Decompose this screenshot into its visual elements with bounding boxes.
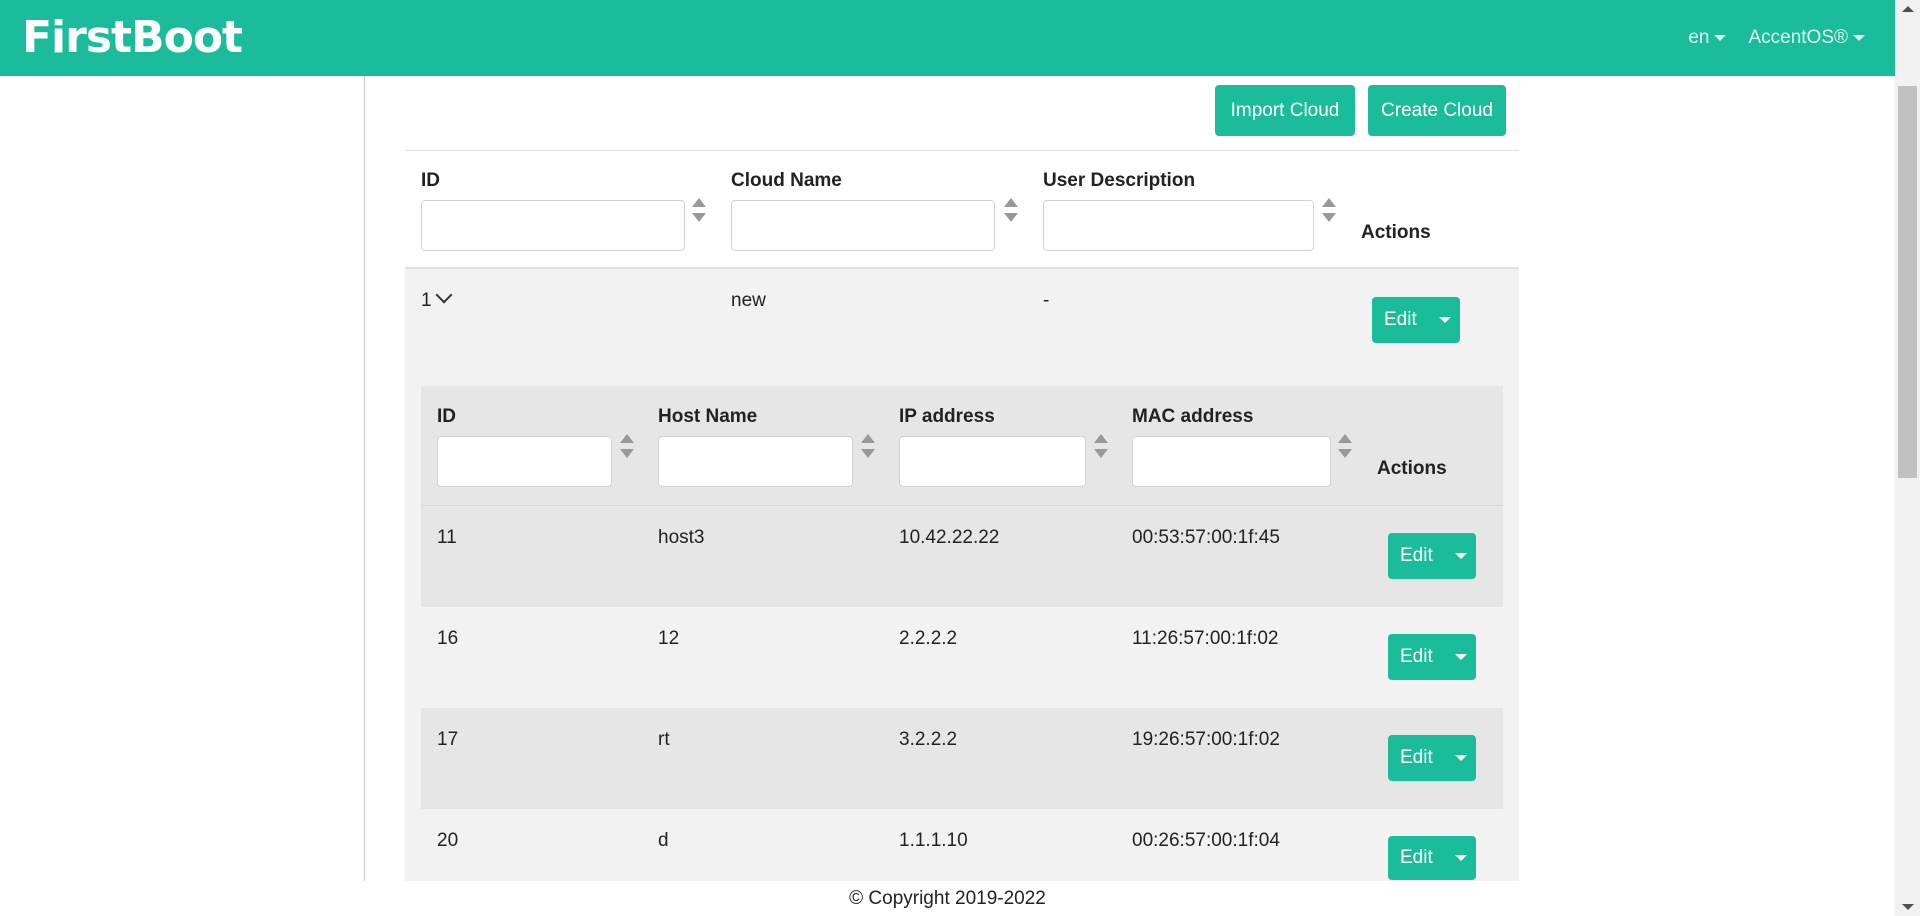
- column-header-actions: Actions: [1361, 222, 1431, 243]
- caret-down-icon: [1455, 654, 1467, 660]
- edit-dropdown-toggle[interactable]: [1430, 297, 1460, 343]
- host-id-cell: 11: [437, 527, 457, 548]
- host-name-filter-input[interactable]: [658, 436, 853, 487]
- edit-button[interactable]: Edit: [1372, 297, 1430, 343]
- table-top-border: [405, 150, 1519, 151]
- host-id-cell: 17: [437, 729, 459, 750]
- host-name-cell: d: [658, 830, 669, 851]
- edit-dropdown-toggle[interactable]: [1446, 836, 1476, 880]
- column-header-host-id[interactable]: ID: [437, 406, 456, 428]
- host-ip-cell: 10.42.22.22: [899, 527, 1000, 548]
- chevron-down-icon: [1853, 35, 1865, 41]
- caret-down-icon: [1455, 553, 1467, 559]
- column-header-host-name[interactable]: Host Name: [658, 406, 757, 428]
- host-ip-cell: 1.1.1.10: [899, 830, 968, 851]
- host-id-cell: 20: [437, 830, 459, 851]
- mac-address-filter-input[interactable]: [1132, 436, 1331, 487]
- host-edit-split-button: Edit: [1388, 533, 1476, 579]
- copyright-text: © Copyright 2019-2022: [849, 888, 1046, 909]
- caret-down-icon: [1439, 317, 1451, 323]
- host-id-cell: 16: [437, 628, 459, 649]
- table-row: [421, 708, 1503, 809]
- table-row: [421, 506, 1503, 607]
- edit-dropdown-toggle[interactable]: [1446, 735, 1476, 781]
- ip-address-filter-input[interactable]: [899, 436, 1086, 487]
- column-header-user-description[interactable]: User Description: [1043, 170, 1195, 192]
- sort-icon[interactable]: [1004, 198, 1018, 222]
- caret-down-icon: [1455, 755, 1467, 761]
- column-header-mac-address[interactable]: MAC address: [1132, 406, 1253, 428]
- table-row: [421, 607, 1503, 708]
- host-mac-cell: 00:53:57:00:1f:45: [1132, 527, 1280, 548]
- sort-icon[interactable]: [1338, 434, 1352, 458]
- cloud-id-cell: 1: [421, 290, 432, 311]
- host-mac-cell: 00:26:57:00:1f:04: [1132, 830, 1280, 851]
- sort-icon[interactable]: [1322, 198, 1336, 222]
- sort-icon[interactable]: [620, 434, 634, 458]
- edit-button[interactable]: Edit: [1388, 533, 1446, 579]
- language-label: en: [1688, 27, 1710, 48]
- scrollbar-thumb[interactable]: [1898, 86, 1917, 478]
- footer: © Copyright 2019-2022: [0, 881, 1895, 916]
- cloud-name-cell: new: [731, 290, 766, 311]
- host-edit-split-button: Edit: [1388, 634, 1476, 680]
- id-filter-input[interactable]: [421, 200, 685, 251]
- navbar: FirstBoot en AccentOS®: [0, 0, 1895, 76]
- host-name-cell: host3: [658, 527, 705, 548]
- caret-down-icon: [1455, 855, 1467, 861]
- edit-button[interactable]: Edit: [1388, 735, 1446, 781]
- vertical-scrollbar[interactable]: [1895, 0, 1920, 916]
- scroll-up-arrow-icon[interactable]: [1902, 6, 1914, 12]
- column-header-id[interactable]: ID: [421, 170, 440, 192]
- host-name-cell: 12: [658, 628, 680, 649]
- sort-icon[interactable]: [861, 434, 875, 458]
- host-mac-cell: 19:26:57:00:1f:02: [1132, 729, 1280, 750]
- host-edit-split-button: Edit: [1388, 735, 1476, 781]
- column-header-host-actions: Actions: [1377, 458, 1447, 479]
- create-cloud-button[interactable]: Create Cloud: [1368, 85, 1506, 136]
- user-description-filter-input[interactable]: [1043, 200, 1314, 251]
- host-ip-cell: 2.2.2.2: [899, 628, 958, 649]
- host-ip-cell: 3.2.2.2: [899, 729, 958, 750]
- edit-dropdown-toggle[interactable]: [1446, 533, 1476, 579]
- edit-dropdown-toggle[interactable]: [1446, 634, 1476, 680]
- host-mac-cell: 11:26:57:00:1f:02: [1132, 628, 1279, 649]
- scroll-down-arrow-icon[interactable]: [1902, 904, 1914, 910]
- cloud-edit-split-button: Edit: [1372, 297, 1460, 343]
- host-id-filter-input[interactable]: [437, 436, 612, 487]
- sort-icon[interactable]: [1094, 434, 1108, 458]
- edit-button[interactable]: Edit: [1388, 836, 1446, 880]
- user-dropdown[interactable]: AccentOS®: [1748, 27, 1865, 49]
- cloud-description-cell: -: [1043, 290, 1050, 311]
- navbar-right: en AccentOS®: [1666, 27, 1865, 49]
- column-header-ip-address[interactable]: IP address: [899, 406, 995, 428]
- sidebar-divider: [364, 76, 365, 881]
- sort-icon[interactable]: [692, 198, 706, 222]
- chevron-down-icon: [1714, 35, 1727, 41]
- cloud-name-filter-input[interactable]: [731, 200, 995, 251]
- user-label: AccentOS®: [1748, 27, 1848, 48]
- language-dropdown[interactable]: en: [1688, 27, 1727, 49]
- column-header-cloud-name[interactable]: Cloud Name: [731, 170, 842, 192]
- host-edit-split-button: Edit: [1388, 836, 1476, 880]
- import-cloud-button[interactable]: Import Cloud: [1215, 85, 1355, 136]
- host-name-cell: rt: [658, 729, 670, 750]
- edit-button[interactable]: Edit: [1388, 634, 1446, 680]
- brand-logo[interactable]: FirstBoot: [22, 16, 243, 60]
